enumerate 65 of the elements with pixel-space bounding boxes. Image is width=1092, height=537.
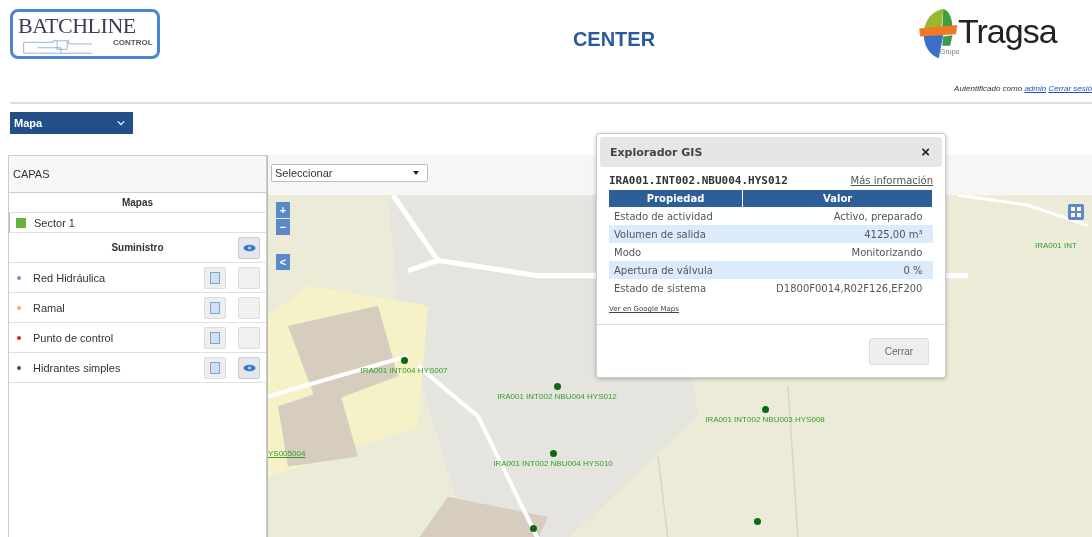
table-cell: Activo, preparado [742, 207, 933, 225]
hydrant-marker[interactable] [549, 450, 557, 457]
dialog-title: Explorador GIS [610, 145, 703, 159]
collapse-button[interactable]: < [276, 254, 290, 270]
section-heading: Mapas [121, 197, 154, 208]
layer-label: Sector 1 [34, 216, 75, 229]
view-dropdown[interactable]: Mapa [10, 112, 133, 134]
legend-button[interactable] [204, 266, 226, 289]
hydrant-marker[interactable] [529, 525, 537, 532]
group-heading: Suministro [111, 242, 164, 253]
legend-button[interactable] [204, 296, 226, 319]
column-header: Valor [742, 190, 933, 207]
layer-label: Red Hidráulica [33, 271, 107, 284]
legend-icon [210, 331, 220, 344]
panel-title: CAPAS [9, 156, 266, 193]
legend-icon [210, 301, 220, 314]
user-link[interactable]: admin [1024, 84, 1047, 93]
marker-label: YS005004 [268, 449, 306, 458]
column-header: Propiedad [609, 190, 743, 207]
fullscreen-icon[interactable] [1068, 204, 1084, 220]
hydrant-marker[interactable] [553, 383, 561, 390]
table-cell: Monitorizando [742, 243, 933, 261]
marker-label: IRA001 INT002 NBU004 HYS012 [497, 392, 617, 401]
hydrant-marker[interactable] [400, 357, 408, 364]
layer-select[interactable]: Seleccionar [271, 164, 428, 182]
layer-label: Hidrantes simples [33, 361, 122, 374]
chevron-icon [117, 120, 125, 126]
table-cell: D1800F0014,R02F126,EF200 [742, 279, 933, 297]
visibility-button[interactable] [238, 356, 260, 379]
eye-icon [242, 244, 256, 252]
legend-button[interactable] [204, 356, 226, 379]
zoom-out-button[interactable]: − [276, 219, 290, 235]
close-button[interactable]: × [919, 143, 932, 161]
hydrant-marker[interactable] [761, 406, 769, 413]
marker-label: IRA001 INT002 NBU003 HYS008 [705, 415, 825, 424]
table-cell: Estado de actividad [609, 207, 743, 225]
more-info-link[interactable]: Más información [850, 174, 933, 186]
legend-icon [210, 271, 220, 284]
dropdown-arrow-icon [413, 171, 419, 175]
logo-text: BATCHLINE [18, 13, 136, 39]
table-cell: Apertura de válvula [609, 261, 743, 279]
legend-button[interactable] [204, 326, 226, 349]
marker-label: IRA001 INT004 HYS007 [360, 366, 448, 375]
visibility-button[interactable] [238, 237, 260, 259]
marker-label: IRA001 INT [1035, 241, 1077, 250]
table-cell: 0 % [742, 261, 933, 279]
feature-id: IRA001.INT002.NBU004.HYS012 [609, 173, 788, 187]
eye-icon [242, 363, 256, 372]
legend-icon [210, 361, 220, 374]
close-dialog-button[interactable]: Cerrar [869, 337, 929, 365]
table-cell: Modo [609, 243, 743, 261]
logo-subtext: CONTROL [113, 38, 153, 47]
table-cell: Estado de sistema [609, 279, 743, 297]
layer-label: Punto de control [33, 331, 115, 344]
table-cell: 4125,00 m³ [742, 225, 933, 243]
logout-link[interactable]: Cerrar sesió [1048, 84, 1092, 93]
marker-label: IRA001 INT002 NBU004 HYS010 [493, 459, 613, 468]
table-cell: Volumen de salida [609, 225, 743, 243]
layer-label: Ramal [33, 301, 66, 314]
zoom-in-button[interactable]: + [276, 202, 290, 218]
brand-name: Tragsa [958, 12, 1057, 50]
auth-label: Autentificado como [954, 84, 1023, 93]
hydrant-marker[interactable] [753, 518, 761, 525]
map-layer-icon [16, 217, 26, 228]
app-title: CENTER [572, 28, 656, 51]
